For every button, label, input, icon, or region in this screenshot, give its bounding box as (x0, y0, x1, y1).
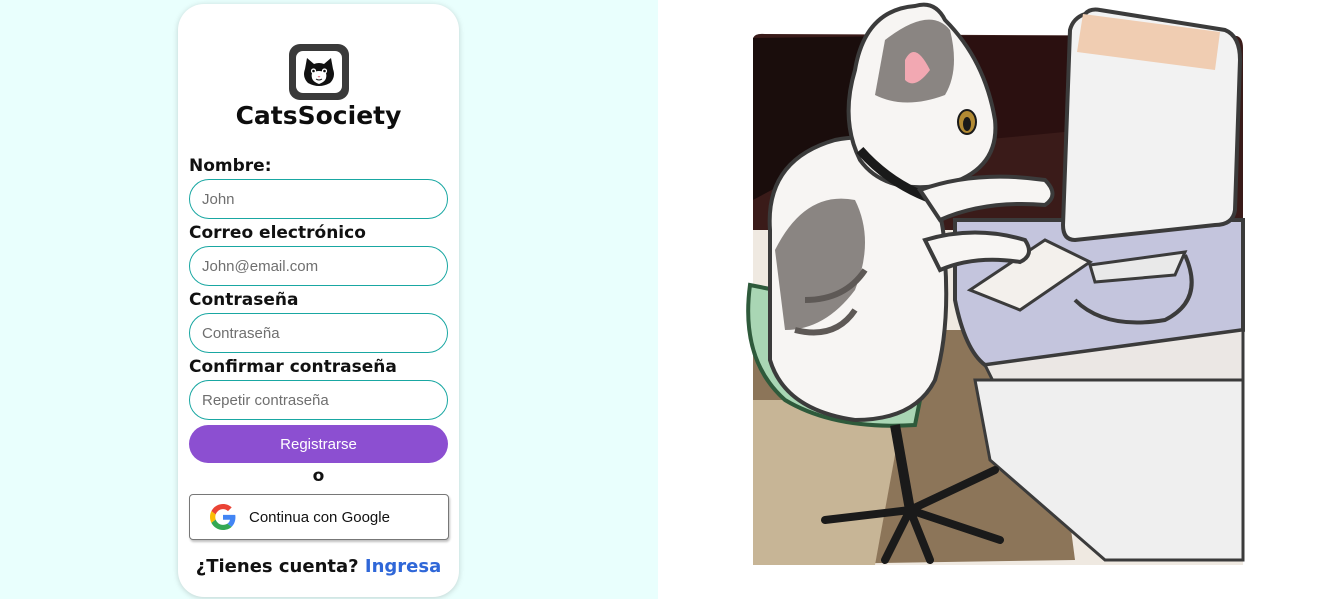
google-button-label: Continua con Google (249, 508, 390, 526)
or-separator: o (312, 466, 325, 486)
cat-face-icon (304, 58, 334, 86)
password-input[interactable] (189, 313, 448, 353)
register-card: CatsSociety Nombre: Correo electrónico C… (178, 4, 459, 597)
app-logo (289, 44, 349, 100)
confirm-password-input[interactable] (189, 380, 448, 420)
name-input[interactable] (189, 179, 448, 219)
password-label: Contraseña (189, 290, 299, 310)
login-link[interactable]: Ingresa (365, 556, 441, 577)
left-pane: CatsSociety Nombre: Correo electrónico C… (0, 0, 658, 599)
cat-at-computer-illustration (746, 2, 1245, 565)
google-g-icon (210, 504, 236, 530)
name-label: Nombre: (189, 156, 272, 176)
brand-name: CatsSociety (235, 101, 402, 130)
login-prompt-text: ¿Tienes cuenta? (195, 556, 359, 577)
register-button[interactable]: Registrarse (189, 425, 448, 463)
confirm-password-label: Confirmar contraseña (189, 357, 397, 377)
login-prompt: ¿Tienes cuenta? Ingresa (178, 556, 459, 577)
google-signin-button[interactable]: Continua con Google (189, 494, 449, 540)
email-input[interactable] (189, 246, 448, 286)
email-label: Correo electrónico (189, 223, 366, 243)
